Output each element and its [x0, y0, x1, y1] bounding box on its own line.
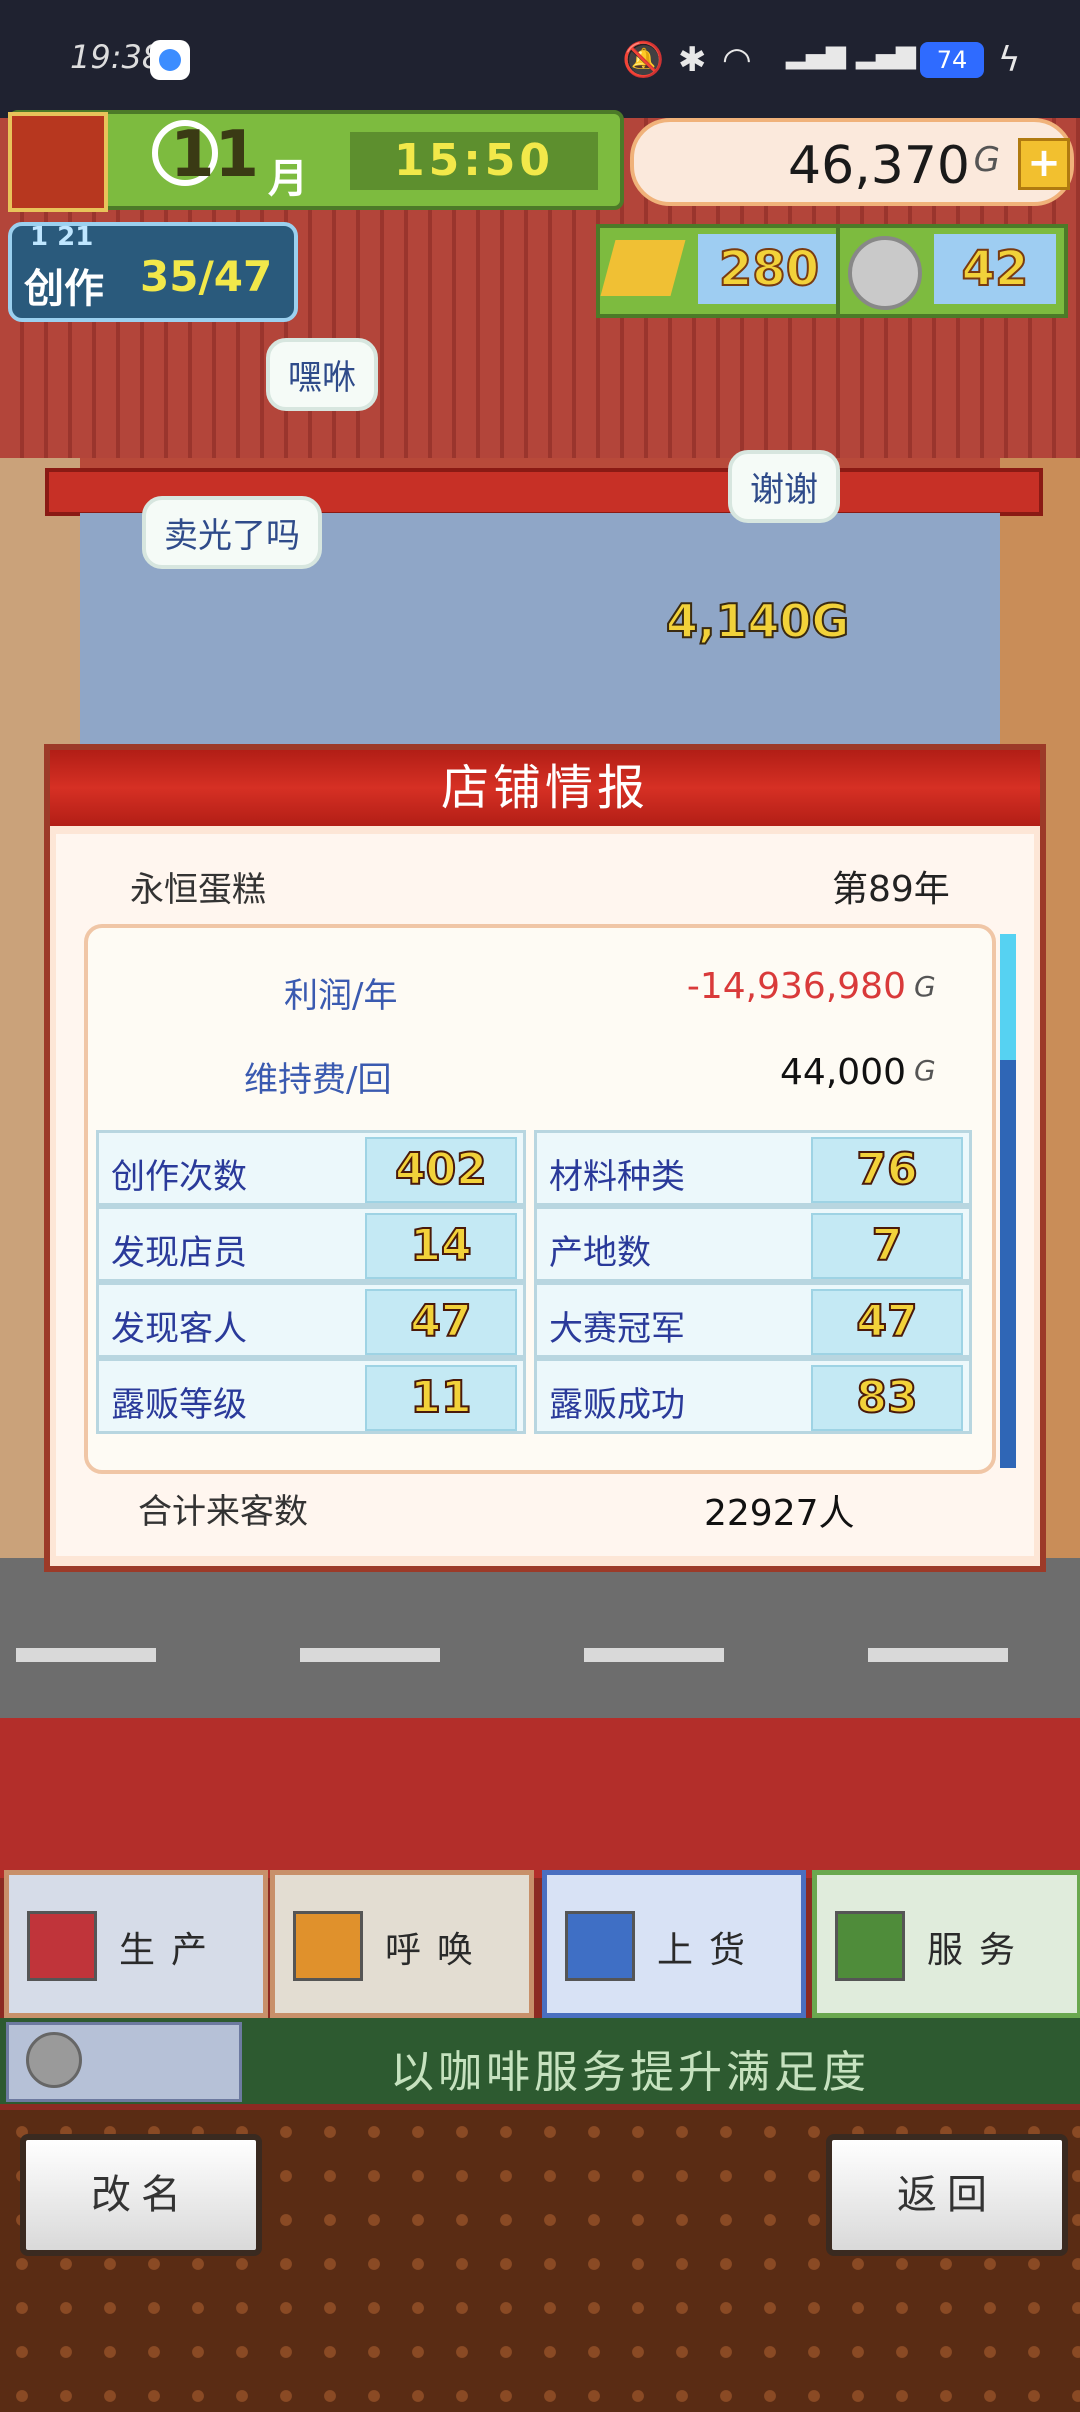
coin-icon	[26, 2032, 82, 2088]
stock-button[interactable]: 上货	[542, 1870, 806, 2018]
total-visitors-value: 22927人	[704, 1493, 855, 1534]
speech-bubble: 谢谢	[728, 450, 840, 523]
stat-value: 402	[365, 1137, 517, 1203]
profit-label: 利润/年	[284, 976, 398, 1016]
speech-bubble: 卖光了吗	[142, 496, 322, 569]
call-label: 呼唤	[385, 1930, 490, 1971]
road-marking	[868, 1648, 1008, 1662]
create-label: 创作	[24, 266, 104, 312]
mute-icon: 🔕	[622, 40, 665, 80]
stat-cell: 创作次数 402	[96, 1130, 526, 1206]
bluetooth-icon: ✱	[678, 40, 707, 80]
month-number: 11	[170, 118, 260, 192]
speech-bubble: 嘿咻	[266, 338, 378, 411]
status-bar: 19:38 🔕 ✱ ◠ ▂▄▆ ▂▄▆ 74 ϟ	[0, 0, 1080, 118]
produce-button[interactable]: 生产	[4, 1870, 268, 2018]
status-time: 19:38	[70, 38, 163, 76]
total-visitors-label: 合计来客数	[138, 1492, 308, 1532]
shop-name: 永恒蛋糕	[130, 870, 266, 910]
gold-bar-value: 280	[698, 234, 840, 304]
stat-cell: 材料种类 76	[534, 1130, 972, 1206]
create-level: 1 21	[30, 222, 94, 252]
stat-label: 创作次数	[111, 1157, 247, 1197]
create-panel[interactable]: 1 21 创作 35/47	[8, 222, 298, 322]
stat-value: 76	[811, 1137, 963, 1203]
stat-cell: 露贩等级 11	[96, 1358, 526, 1434]
month-label: 月	[268, 156, 308, 202]
upkeep-unit: G	[914, 1054, 936, 1087]
road-marking	[300, 1648, 440, 1662]
stat-label: 发现店员	[111, 1233, 247, 1273]
money-display: 46,370 G	[630, 118, 1074, 206]
street	[0, 1558, 1080, 1718]
medal-value: 42	[934, 234, 1056, 304]
wifi-icon: ◠	[722, 40, 752, 80]
stat-label: 产地数	[549, 1233, 651, 1273]
signal-5g-icon-2: ▂▄▆	[856, 40, 916, 70]
stat-cell: 大赛冠军 47	[534, 1282, 972, 1358]
stat-cell: 产地数 7	[534, 1206, 972, 1282]
back-button[interactable]: 返回	[826, 2134, 1068, 2256]
upkeep-label: 维持费/回	[244, 1060, 392, 1100]
carpet	[0, 1718, 1080, 1878]
rename-button[interactable]: 改名	[20, 2134, 262, 2256]
road-marking	[16, 1648, 156, 1662]
call-button[interactable]: 呼唤	[270, 1870, 534, 2018]
shop-avatar[interactable]	[8, 112, 108, 212]
gold-bar-counter: 280	[596, 224, 856, 318]
bread-icon	[27, 1911, 97, 1981]
stat-value: 47	[811, 1289, 963, 1355]
stat-label: 大赛冠军	[549, 1309, 685, 1349]
app-notification-icon	[150, 40, 190, 80]
profit-value: -14,936,980	[686, 966, 906, 1007]
shop-year: 第89年	[832, 869, 950, 910]
stat-label: 发现客人	[111, 1309, 247, 1349]
stat-value: 47	[365, 1289, 517, 1355]
profit-unit: G	[914, 970, 936, 1003]
stat-value: 14	[365, 1213, 517, 1279]
panel-title: 店铺情报	[50, 750, 1040, 826]
stat-value: 11	[365, 1365, 517, 1431]
create-count: 35/47	[140, 252, 273, 301]
add-money-button[interactable]: +	[1018, 138, 1070, 190]
money-value: 46,370	[788, 136, 970, 196]
service-label: 服务	[927, 1930, 1032, 1971]
road-marking	[584, 1648, 724, 1662]
game-clock: 15:50	[350, 132, 598, 190]
stat-cell: 露贩成功 83	[534, 1358, 972, 1434]
medal-counter: 42	[836, 224, 1068, 318]
stat-value: 83	[811, 1365, 963, 1431]
hint-message: 以咖啡服务提升满足度	[390, 2047, 870, 2098]
gold-bar-icon	[600, 240, 686, 296]
signal-5g-icon: ▂▄▆	[786, 40, 846, 70]
stat-value: 7	[811, 1213, 963, 1279]
upkeep-value: 44,000	[780, 1052, 906, 1093]
charging-icon: ϟ	[998, 40, 1021, 80]
cake-icon	[565, 1911, 635, 1981]
service-button[interactable]: 服务	[812, 1870, 1080, 2018]
scrollbar-thumb[interactable]	[1000, 934, 1016, 1060]
stat-cell: 发现店员 14	[96, 1206, 526, 1282]
medal-icon	[848, 236, 922, 310]
money-unit: G	[973, 140, 1000, 180]
coffee-icon	[835, 1911, 905, 1981]
battery-indicator: 74	[920, 42, 984, 78]
stat-label: 材料种类	[549, 1157, 685, 1197]
stat-cell: 发现客人 47	[96, 1282, 526, 1358]
stock-label: 上货	[657, 1930, 762, 1971]
megaphone-icon	[293, 1911, 363, 1981]
stat-label: 露贩成功	[549, 1385, 685, 1425]
sale-amount: 4,140G	[665, 593, 850, 649]
produce-label: 生产	[119, 1930, 224, 1971]
stat-label: 露贩等级	[111, 1385, 247, 1425]
